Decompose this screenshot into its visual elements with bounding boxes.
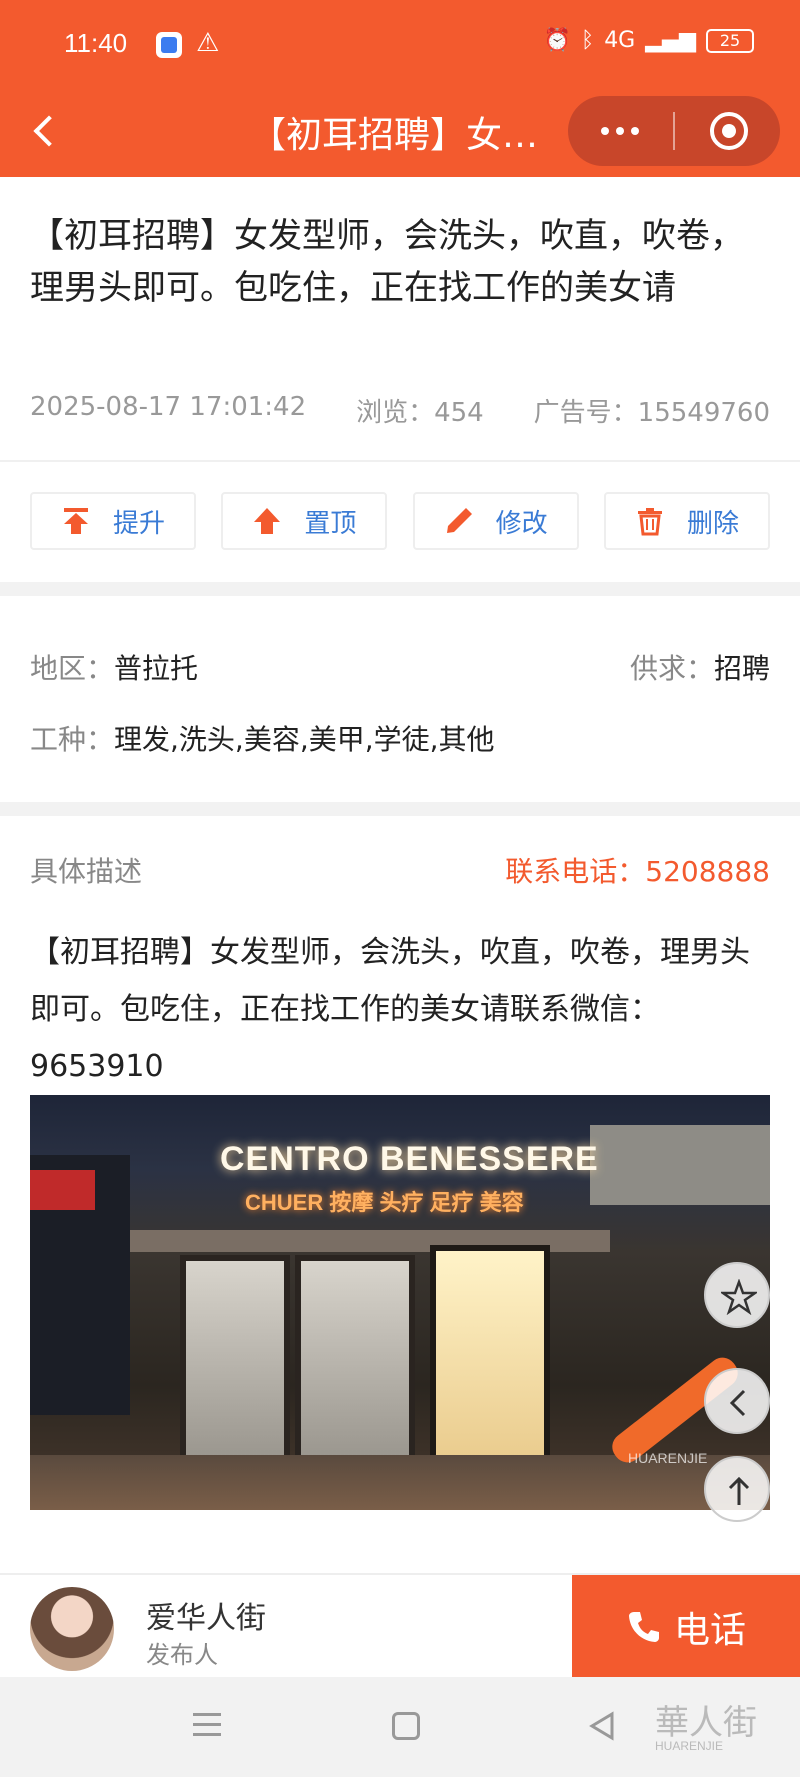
photo-watermark: HUARENJIE: [628, 1450, 708, 1466]
star-icon: [721, 1279, 757, 1315]
recent-apps-icon[interactable]: [193, 1713, 221, 1737]
boost-label: 提升: [112, 508, 165, 539]
signal-label: 4G: [604, 28, 636, 53]
status-time: 11:40: [64, 28, 128, 58]
post-meta: 2025-08-17 17:01:42 浏览：454 广告号：15549760: [30, 392, 770, 429]
home-icon[interactable]: [392, 1712, 420, 1740]
pin-top-button[interactable]: 置顶: [221, 492, 388, 550]
supply-value: 招聘: [713, 652, 770, 685]
publisher-role: 发布人: [146, 1641, 218, 1669]
scroll-top-button[interactable]: [704, 1456, 770, 1522]
photo-door: [430, 1245, 550, 1485]
photo-red-sign: [30, 1170, 95, 1210]
status-bar: 11:40 ⚠ ⏰ ᛒ 4G ▂▄▆ 25: [0, 0, 800, 88]
phone-icon: [628, 1612, 659, 1642]
region-label: 地区：: [30, 652, 115, 685]
boost-button[interactable]: 提升: [30, 492, 196, 550]
storefront-photo[interactable]: CENTRO BENESSERE CHUER 按摩 头疗 足疗 美容 HUARE…: [30, 1095, 770, 1510]
action-bar: 提升 置顶 修改 删除: [30, 492, 770, 550]
description-body: 【初耳招聘】女发型师，会洗头，吹直，吹卷，理男头即可。包吃住，正在找工作的美女请…: [30, 935, 750, 1084]
top-bar: 11:40 ⚠ ⏰ ᛒ 4G ▂▄▆ 25 【初耳招聘】女发型师，会洗头，吹直，…: [0, 0, 800, 177]
delete-button[interactable]: 删除: [603, 492, 770, 550]
warning-icon: ⚠: [196, 28, 220, 58]
app-notification-icon: [156, 32, 182, 58]
system-nav-bar: 華人街 HUARENJIE: [0, 1677, 800, 1777]
info-row-trade: 工种： 理发,洗头,美容,美甲,学徒,其他: [30, 718, 770, 758]
pencil-icon: [446, 508, 472, 533]
page-title: 【初耳招聘】女发型师，会洗头，吹直，吹卷，理男头即可。包吃住，正在找工作的美女请: [250, 115, 550, 156]
trash-icon: [637, 508, 662, 536]
signal-icon: ▂▄▆: [645, 28, 696, 53]
watermark-logo: 華人街: [655, 1703, 757, 1743]
contact-phone-link[interactable]: 联系电话：5208888: [505, 850, 770, 890]
supply-label: 供求：: [629, 652, 714, 685]
description-header: 具体描述 联系电话：5208888: [30, 850, 770, 890]
bluetooth-icon: ᛒ: [580, 28, 595, 53]
capsule-divider: [673, 112, 675, 150]
pin-top-icon: [254, 508, 281, 534]
back-float-button[interactable]: [704, 1368, 770, 1434]
arrow-up-icon: [728, 1476, 750, 1505]
watermark-logo-text: HUARENJIE: [655, 1739, 724, 1753]
miniapp-capsule: [568, 96, 780, 166]
call-label: 电话: [673, 1610, 746, 1651]
battery-icon: 25: [706, 28, 754, 53]
chevron-left-icon: [729, 1389, 746, 1417]
post-title: 【初耳招聘】女发型师，会洗头，吹直，吹卷，理男头即可。包吃住，正在找工作的美女请: [30, 216, 744, 308]
photo-right-wall: [590, 1125, 770, 1205]
photo-window: [295, 1255, 415, 1465]
section-divider: [0, 582, 800, 596]
post-ad-number: 广告号：15549760: [533, 398, 770, 428]
edit-label: 修改: [495, 508, 548, 539]
delete-label: 删除: [686, 508, 739, 539]
photo-shop-sign: CENTRO BENESSERE: [220, 1140, 599, 1178]
bottom-bar: 爱华人街 发布人 电话: [0, 1573, 800, 1679]
photo-shop-subsign: CHUER 按摩 头疗 足疗 美容: [245, 1190, 524, 1215]
description-heading: 具体描述: [30, 855, 143, 888]
photo-window: [180, 1255, 290, 1465]
boost-icon: [63, 508, 88, 534]
close-miniapp-icon[interactable]: [710, 112, 748, 150]
avatar[interactable]: [30, 1587, 114, 1671]
region-value: 普拉托: [114, 652, 199, 685]
supply-field: 供求：招聘: [630, 647, 770, 687]
section-divider: [0, 802, 800, 816]
post-datetime: 2025-08-17 17:01:42: [30, 392, 307, 422]
trade-value: 理发,洗头,美容,美甲,学徒,其他: [114, 723, 495, 756]
edit-button[interactable]: 修改: [412, 492, 579, 550]
trade-label: 工种：: [30, 723, 115, 756]
back-arrow-icon[interactable]: [26, 106, 66, 156]
status-right-group: ⏰ ᛒ 4G ▂▄▆ 25: [544, 28, 754, 53]
system-back-icon[interactable]: [588, 1711, 618, 1741]
region-field: 地区：普拉托: [30, 647, 198, 687]
info-row-region: 地区：普拉托 供求：招聘: [30, 647, 770, 687]
alarm-icon: ⏰: [543, 28, 571, 53]
page-header: 【初耳招聘】女发型师，会洗头，吹直，吹卷，理男头即可。包吃住，正在找工作的美女请: [0, 88, 800, 177]
call-button[interactable]: 电话: [572, 1575, 800, 1679]
post-views: 浏览：454: [356, 398, 484, 428]
publisher-name: 爱华人街: [146, 1601, 266, 1636]
pin-top-label: 置顶: [304, 508, 357, 539]
favorite-button[interactable]: [704, 1262, 770, 1328]
divider: [0, 460, 800, 462]
more-dots-icon[interactable]: [568, 96, 672, 166]
